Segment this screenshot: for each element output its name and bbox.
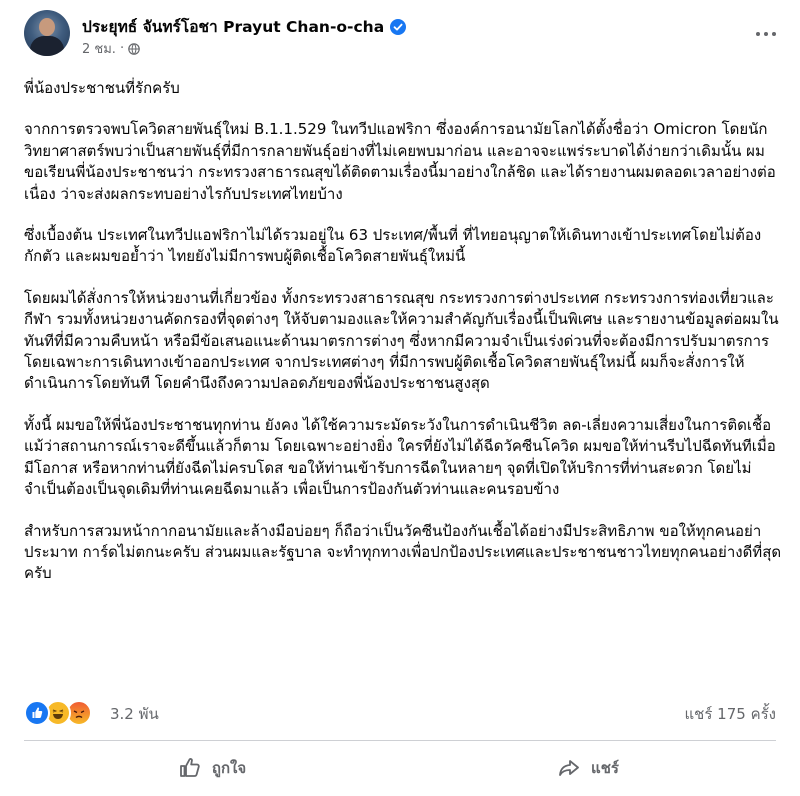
post-paragraph: ซึ่งเบื้องต้น ประเทศในทวีปแอฟริกาไม่ได้ร…: [24, 226, 762, 266]
share-button[interactable]: แชร์: [400, 746, 776, 790]
share-label: แชร์: [591, 759, 619, 777]
meta-separator: ·: [119, 41, 125, 56]
more-icon[interactable]: [748, 16, 784, 52]
author-name[interactable]: ประยุทธ์ จันทร์โอชา Prayut Chan-o-cha: [82, 14, 384, 39]
post-card: ประยุทธ์ จันทร์โอชา Prayut Chan-o-cha 2 …: [0, 0, 800, 796]
like-reaction-icon: [24, 700, 50, 726]
thumbs-up-icon: [179, 758, 200, 777]
post-paragraph: สำหรับการสวมหน้ากากอนามัยและล้างมือบ่อยๆ…: [24, 521, 782, 583]
post-time[interactable]: 2 ชม.: [82, 38, 116, 59]
post-paragraph: พี่น้องประชาชนที่รักครับ: [24, 79, 180, 97]
reaction-icons[interactable]: [24, 700, 92, 726]
post-meta: 2 ชม. ·: [82, 38, 140, 59]
post-actions: ถูกใจ แชร์: [24, 746, 776, 790]
post-paragraph: โดยผมได้สั่งการให้หน่วยงานที่เกี่ยวข้อง …: [24, 288, 779, 393]
share-arrow-icon: [559, 760, 579, 776]
author-avatar[interactable]: [24, 10, 70, 56]
post-paragraph: ทั้งนี้ ผมขอให้พี่น้องประชาชนทุกท่าน ยัง…: [24, 415, 776, 499]
post-paragraph: จากการตรวจพบโควิดสายพันธุ์ใหม่ B.1.1.529…: [24, 120, 776, 203]
shares-count[interactable]: แชร์ 175 ครั้ง: [685, 702, 777, 726]
post-body: พี่น้องประชาชนที่รักครับ จากการตรวจพบโคว…: [24, 78, 784, 605]
globe-icon: [128, 42, 140, 55]
reactions-row: 3.2 พัน แชร์ 175 ครั้ง: [24, 698, 776, 726]
reactions-count[interactable]: 3.2 พัน: [110, 702, 159, 726]
like-label: ถูกใจ: [211, 759, 247, 777]
author-row: ประยุทธ์ จันทร์โอชา Prayut Chan-o-cha: [82, 14, 407, 39]
verified-icon: [390, 18, 407, 35]
divider: [24, 740, 776, 741]
post-header: ประยุทธ์ จันทร์โอชา Prayut Chan-o-cha 2 …: [24, 10, 784, 66]
like-button[interactable]: ถูกใจ: [24, 746, 400, 790]
